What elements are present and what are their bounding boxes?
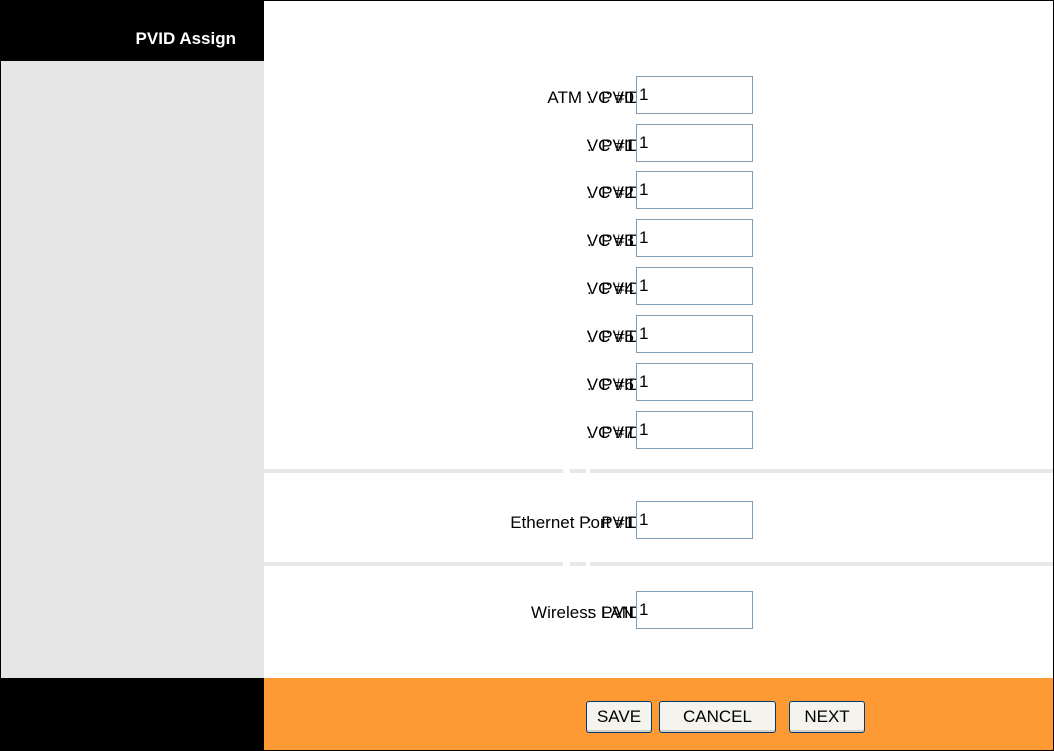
pvid-label: : PVID: [587, 603, 641, 622]
pvid-label: : PVID: [587, 279, 641, 298]
pvid-label: : PVID: [587, 136, 641, 155]
pvid-row-vc-5: VC #5 : PVID: [264, 315, 1053, 355]
section-divider: [264, 469, 1053, 473]
pvid-input-ethernet[interactable]: [636, 501, 753, 539]
pvid-row-atm-vc-0: ATM VC #0 : PVID: [264, 76, 1053, 116]
pvid-row-vc-7: VC #7 : PVID: [264, 411, 1053, 451]
pvid-input-vc-1[interactable]: [636, 124, 753, 162]
pvid-input-vc-0[interactable]: [636, 76, 753, 114]
next-button[interactable]: NEXT: [789, 701, 865, 733]
sidebar-header: PVID Assign: [1, 1, 264, 61]
pvid-input-vc-7[interactable]: [636, 411, 753, 449]
pvid-label: : PVID: [587, 375, 641, 394]
page-title: PVID Assign: [135, 29, 236, 48]
pvid-label: : PVID: [587, 327, 641, 346]
pvid-row-wireless-lan: Wireless LAN : PVID: [264, 591, 1053, 631]
pvid-row-vc-4: VC #4 : PVID: [264, 267, 1053, 307]
pvid-input-wireless[interactable]: [636, 591, 753, 629]
pvid-form: ATM VC #0 : PVID VC #1 : PVID VC #2 : PV…: [264, 1, 1053, 678]
save-button[interactable]: SAVE: [586, 701, 652, 733]
cancel-button[interactable]: CANCEL: [659, 701, 776, 733]
pvid-row-ethernet-port-1: Ethernet Port #1 : PVID: [264, 501, 1053, 541]
pvid-assign-page: PVID Assign ATM VC #0 : PVID VC #1 : PVI…: [0, 0, 1054, 751]
footer-button-bar: SAVE CANCEL NEXT: [264, 678, 1053, 750]
pvid-label: : PVID: [587, 88, 641, 107]
pvid-row-vc-1: VC #1 : PVID: [264, 124, 1053, 164]
pvid-row-vc-6: VC #6 : PVID: [264, 363, 1053, 403]
pvid-input-vc-5[interactable]: [636, 315, 753, 353]
pvid-label: : PVID: [587, 513, 641, 532]
pvid-label: : PVID: [587, 231, 641, 250]
pvid-row-vc-3: VC #3 : PVID: [264, 219, 1053, 259]
sidebar-panel: [1, 61, 264, 678]
pvid-label: : PVID: [587, 183, 641, 202]
pvid-input-vc-6[interactable]: [636, 363, 753, 401]
pvid-label: : PVID: [587, 423, 641, 442]
footer-left-bar: [1, 678, 264, 750]
pvid-input-vc-4[interactable]: [636, 267, 753, 305]
pvid-input-vc-2[interactable]: [636, 171, 753, 209]
section-divider: [264, 562, 1053, 566]
pvid-row-vc-2: VC #2 : PVID: [264, 171, 1053, 211]
pvid-input-vc-3[interactable]: [636, 219, 753, 257]
